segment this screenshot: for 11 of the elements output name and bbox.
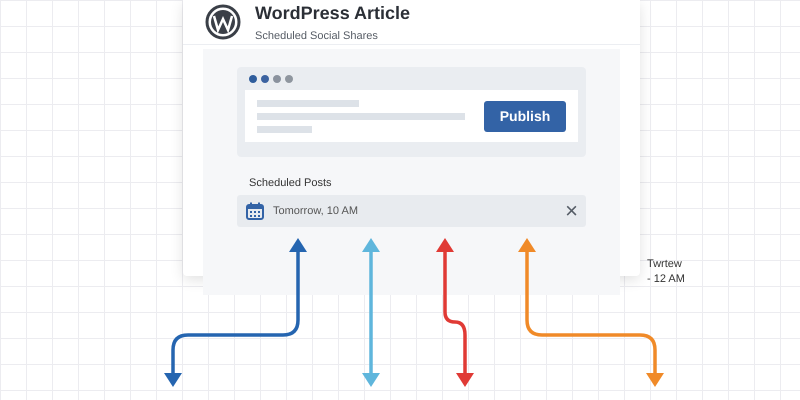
calendar-icon (245, 201, 265, 221)
note-text: Twrtew (647, 257, 683, 272)
logo-icon (205, 4, 241, 40)
article-subtitle: Scheduled Social Shares (255, 30, 379, 42)
clear-button[interactable]: × (565, 200, 578, 222)
schedule-field[interactable]: Tomorrow, 10 AM × (237, 195, 586, 227)
article-title: WordPress Article (255, 2, 410, 24)
schedule-value: Tomorrow, 10 AM (273, 205, 359, 217)
note-text: - 12 AM (647, 272, 685, 287)
section-label: Scheduled Posts (249, 177, 333, 189)
publish-button[interactable]: Publish (484, 100, 566, 132)
